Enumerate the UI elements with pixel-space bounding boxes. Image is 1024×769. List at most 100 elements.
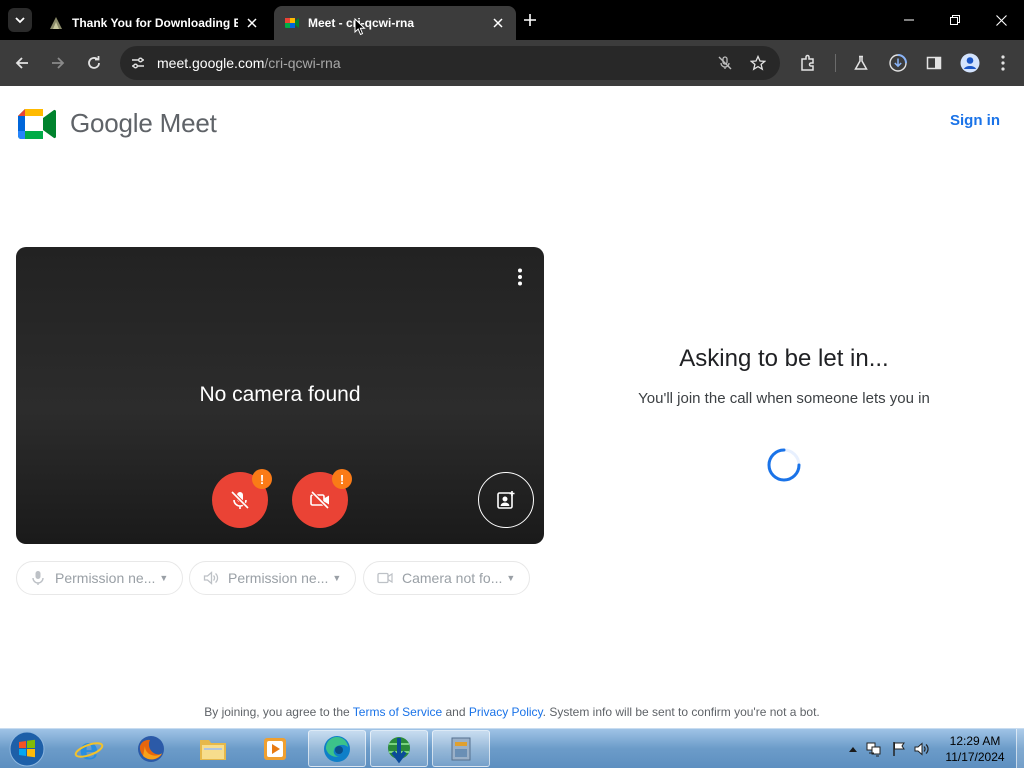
sign-in-link[interactable]: Sign in <box>950 112 1000 129</box>
clock-date: 11/17/2024 <box>945 750 1005 764</box>
internet-explorer-icon: e <box>74 734 104 764</box>
tab-downloads[interactable]: Thank You for Downloading Ea <box>38 6 270 40</box>
chip-label: Permission ne... <box>228 570 329 586</box>
logo-text: Google Meet <box>70 108 217 138</box>
arrow-right-icon <box>52 57 65 69</box>
svg-text:e: e <box>79 734 98 764</box>
show-desktop-button[interactable] <box>1016 729 1024 769</box>
speaker-select[interactable]: Permission ne... ▼ <box>189 561 356 595</box>
system-clock[interactable]: 12:29 AM 11/17/2024 <box>938 733 1012 765</box>
no-camera-message: No camera found <box>199 383 361 406</box>
self-preview-tile: No camera found ! ! <box>16 247 544 544</box>
warning-badge: ! <box>332 469 352 489</box>
url-text[interactable]: meet.google.com/cri-qcwi-rna <box>157 55 341 71</box>
downloads-page-icon <box>48 15 64 31</box>
windows-taskbar: e 12:29 AM 11/17/2024 <box>0 728 1024 769</box>
terms-link[interactable]: Terms of Service <box>353 705 442 719</box>
chip-label: Camera not fo... <box>402 570 503 586</box>
meet-page: Google Meet Sign in No camera found ! ! … <box>0 86 1024 728</box>
privacy-link[interactable]: Privacy Policy <box>469 705 543 719</box>
chip-label: Permission ne... <box>55 570 156 586</box>
browser-toolbar: meet.google.com/cri-qcwi-rna <box>0 40 1024 86</box>
taskbar-edge-browser[interactable] <box>308 730 366 767</box>
tab-title: Meet - cri-qcwi-rna <box>308 16 415 30</box>
close-tab-icon[interactable] <box>244 15 260 31</box>
show-hidden-icons-icon[interactable] <box>845 741 861 757</box>
microphone-icon <box>29 569 47 587</box>
tab-title: Thank You for Downloading Ea <box>72 16 238 30</box>
google-meet-icon <box>18 108 56 139</box>
profile-avatar-icon[interactable] <box>959 52 981 74</box>
browser-menu-icon[interactable] <box>992 52 1014 74</box>
clock-time: 12:29 AM <box>949 734 1001 748</box>
download-manager-icon <box>388 736 410 763</box>
start-button[interactable] <box>6 730 48 768</box>
edge-browser-icon <box>324 735 350 762</box>
camera-toggle-button[interactable]: ! <box>292 469 352 528</box>
side-panel-icon[interactable] <box>923 52 945 74</box>
caret-down-icon: ▼ <box>506 573 516 583</box>
taskbar-firefox[interactable] <box>122 730 180 767</box>
microphone-select[interactable]: Permission ne... ▼ <box>16 561 183 595</box>
url-host: meet.google.com <box>157 55 265 71</box>
reload-icon <box>88 56 100 69</box>
minimize-icon <box>904 19 914 21</box>
mouse-cursor-icon <box>354 18 366 36</box>
taskbar-internet-explorer[interactable]: e <box>60 730 118 767</box>
network-icon[interactable] <box>866 741 882 757</box>
loading-spinner-icon <box>767 448 801 482</box>
url-path: /cri-qcwi-rna <box>264 55 341 71</box>
taskbar-download-manager[interactable] <box>370 730 428 767</box>
more-vert-icon <box>518 268 522 286</box>
speaker-icon <box>202 569 220 587</box>
visual-effects-button[interactable] <box>478 472 534 528</box>
windows-logo-icon <box>9 731 45 767</box>
close-tab-icon[interactable] <box>490 15 506 31</box>
more-options-button[interactable] <box>512 265 528 289</box>
taskbar-file-explorer[interactable] <box>184 730 242 767</box>
google-meet-logo[interactable]: Google Meet <box>18 108 217 139</box>
site-info-icon[interactable] <box>128 53 148 73</box>
camera-icon <box>376 569 394 587</box>
footer-and: and <box>445 705 466 719</box>
back-button[interactable] <box>10 51 34 75</box>
camera-select[interactable]: Camera not fo... ▼ <box>363 561 530 595</box>
mic-blocked-icon[interactable] <box>715 53 735 73</box>
close-icon <box>995 14 1007 26</box>
mic-off-icon <box>230 490 250 510</box>
toolbar-divider <box>835 54 836 72</box>
caret-down-icon: ▼ <box>332 573 342 583</box>
tab-meet[interactable]: Meet - cri-qcwi-rna <box>274 6 516 40</box>
arrow-left-icon <box>15 57 28 69</box>
taskbar-media-player[interactable] <box>246 730 304 767</box>
footer-suffix: . System info will be sent to confirm yo… <box>542 705 820 719</box>
caret-down-icon: ▼ <box>159 573 169 583</box>
minimize-button[interactable] <box>886 0 932 40</box>
plus-icon <box>524 14 536 26</box>
new-tab-button[interactable] <box>520 10 540 30</box>
person-add-effects-icon <box>497 491 515 509</box>
bookmark-star-icon[interactable] <box>748 53 768 73</box>
taskbar-installer[interactable] <box>432 730 490 767</box>
microphone-toggle-button[interactable]: ! <box>212 469 272 528</box>
reload-button[interactable] <box>82 51 106 75</box>
forward-button[interactable] <box>46 51 70 75</box>
chevron-down-icon <box>15 17 25 24</box>
volume-icon[interactable] <box>914 741 930 757</box>
waiting-subtitle: You'll join the call when someone lets y… <box>638 390 930 407</box>
action-center-flag-icon[interactable] <box>891 741 907 757</box>
warning-badge: ! <box>252 469 272 489</box>
waiting-title: Asking to be let in... <box>679 345 889 372</box>
firefox-icon <box>138 735 164 762</box>
legal-footer: By joining, you agree to the Terms of Se… <box>0 705 1024 719</box>
tab-strip: Thank You for Downloading Ea Meet - cri-… <box>0 0 1024 40</box>
restore-icon <box>950 15 960 25</box>
extensions-icon[interactable] <box>797 52 819 74</box>
address-bar[interactable]: meet.google.com/cri-qcwi-rna <box>120 46 780 80</box>
labs-flask-icon[interactable] <box>850 52 872 74</box>
close-window-button[interactable] <box>978 0 1024 40</box>
footer-prefix: By joining, you agree to the <box>204 705 350 719</box>
download-progress-icon[interactable] <box>887 52 909 74</box>
tab-search-button[interactable] <box>8 8 32 32</box>
restore-button[interactable] <box>932 0 978 40</box>
